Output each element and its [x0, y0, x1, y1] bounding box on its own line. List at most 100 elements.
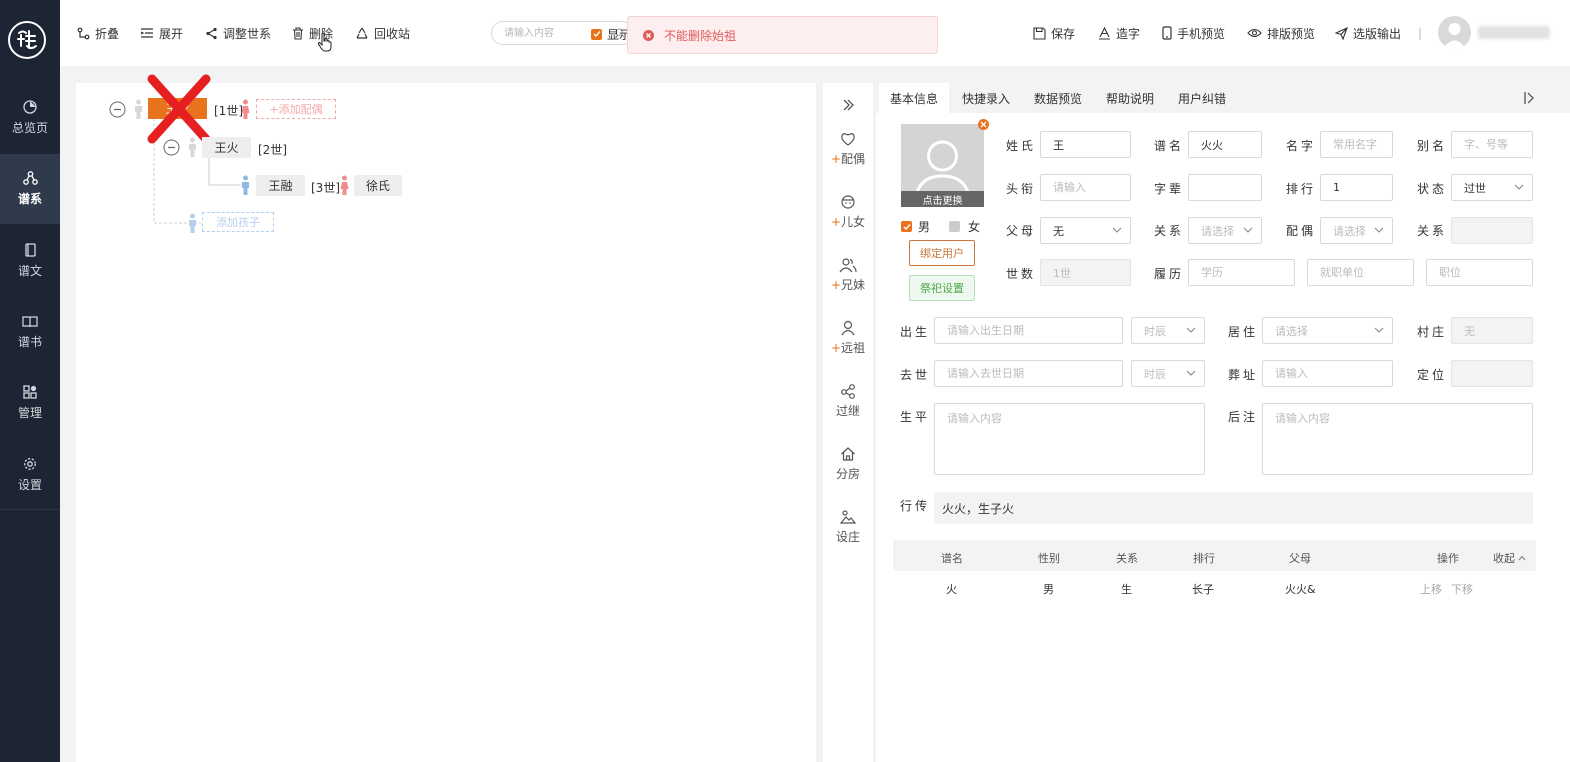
pu-name-input[interactable] — [1188, 131, 1262, 158]
tab-basic-info[interactable]: 基本信息 — [879, 83, 949, 113]
sidebar: 总览页 谱系 谱文 谱书 管理 设置 — [0, 0, 60, 762]
collapse-node-icon[interactable] — [163, 139, 180, 156]
rank-input[interactable] — [1320, 174, 1393, 201]
nav-settings[interactable]: 设置 — [0, 440, 60, 510]
male-person-icon — [189, 213, 196, 233]
chevron-down-icon — [1186, 370, 1196, 376]
adjust-label: 调整世系 — [223, 26, 272, 41]
member-photo[interactable]: 点击更换 — [901, 124, 984, 207]
plus-mark: + — [830, 152, 842, 166]
bio-textarea[interactable] — [934, 403, 1205, 475]
remove-photo-button[interactable] — [978, 119, 989, 130]
tree-node-spouse[interactable]: 徐氏 — [354, 175, 402, 196]
nav-genealogy-text[interactable]: 谱文 — [0, 226, 60, 296]
collapse-node-icon[interactable] — [109, 101, 126, 118]
bind-user-button[interactable]: 绑定用户 — [909, 240, 975, 266]
tree-node-child-generation: [2世] — [258, 143, 287, 157]
male-person-icon — [189, 137, 196, 157]
add-spouse-button[interactable]: +添加配偶 — [256, 99, 336, 119]
collapse-table-button[interactable]: 收起 — [1493, 550, 1526, 566]
add-children-action[interactable]: +儿女 — [823, 194, 873, 230]
tree-node-grandchild[interactable]: 王融 — [256, 175, 305, 196]
tab-data-preview[interactable]: 数据预览 — [1023, 83, 1093, 113]
lineage-tree-canvas[interactable]: 王火 [1世] +添加配偶 王火 [2世] 王融 [3世] 徐氏 添加孩子 — [76, 74, 816, 762]
residence-select[interactable]: 请选择 — [1262, 317, 1393, 344]
branch-action[interactable]: 分房 — [823, 446, 873, 482]
collapse-button[interactable]: 折叠 — [77, 25, 119, 41]
mobile-preview-button[interactable]: 手机预览 — [1162, 25, 1225, 41]
gender-female-option[interactable]: 女 — [949, 218, 980, 235]
employer-input[interactable] — [1307, 259, 1414, 286]
death-time-select[interactable]: 时辰 — [1131, 360, 1205, 387]
male-checkbox[interactable] — [901, 221, 912, 232]
nav-overview[interactable]: 总览页 — [0, 83, 60, 153]
error-circle-icon — [643, 29, 654, 41]
tree-node-child[interactable]: 王火 — [202, 137, 251, 158]
mobile-icon — [1162, 26, 1172, 40]
nav-lineage[interactable]: 谱系 — [0, 154, 60, 224]
relation-select[interactable]: 请选择 — [1188, 217, 1262, 244]
change-photo-button[interactable]: 点击更换 — [901, 191, 984, 207]
village-action[interactable]: 设庄 — [823, 509, 873, 545]
nav-label: 管理 — [17, 406, 42, 420]
user-name-redacted[interactable] — [1478, 26, 1550, 39]
nav-manage[interactable]: 管理 — [0, 368, 60, 438]
make-char-button[interactable]: 造字 — [1098, 25, 1140, 41]
close-icon — [980, 121, 987, 128]
spouse-select[interactable]: 请选择 — [1320, 217, 1393, 244]
save-button[interactable]: 保存 — [1033, 25, 1075, 41]
nav-genealogy-book[interactable]: 谱书 — [0, 297, 60, 367]
given-name-input[interactable] — [1320, 131, 1393, 158]
chevron-down-icon — [1186, 327, 1196, 333]
relation-label: 关系 — [1154, 224, 1185, 238]
alias-input[interactable] — [1451, 131, 1533, 158]
move-down-button[interactable]: 下移 — [1451, 581, 1473, 597]
layout-preview-button[interactable]: 排版预览 — [1247, 25, 1315, 41]
status-value: 过世 — [1464, 181, 1486, 195]
surname-input[interactable] — [1040, 131, 1131, 158]
death-date-input[interactable] — [934, 360, 1123, 387]
title-label: 头衔 — [1006, 182, 1037, 196]
tab-user-feedback[interactable]: 用户纠错 — [1167, 83, 1237, 113]
add-spouse-action[interactable]: +配偶 — [823, 131, 873, 167]
add-siblings-action[interactable]: +兄妹 — [823, 257, 873, 293]
locate-field[interactable] — [1451, 360, 1533, 387]
burial-input[interactable] — [1262, 360, 1393, 387]
position-input[interactable] — [1426, 259, 1533, 286]
worship-settings-button[interactable]: 祭祀设置 — [909, 275, 975, 301]
note-textarea[interactable] — [1262, 403, 1533, 475]
tab-help[interactable]: 帮助说明 — [1095, 83, 1165, 113]
parent-select[interactable]: 无 — [1040, 217, 1131, 244]
panel-toggle-icon[interactable] — [1524, 92, 1537, 104]
side-label: 过继 — [835, 404, 860, 418]
expand-button[interactable]: 展开 — [140, 25, 183, 41]
user-avatar[interactable] — [1438, 16, 1471, 49]
birth-time-select[interactable]: 时辰 — [1131, 317, 1205, 344]
share-icon — [841, 384, 855, 399]
plus-mark: + — [830, 278, 842, 292]
export-button[interactable]: 选版输出 — [1335, 25, 1401, 41]
female-checkbox[interactable] — [949, 221, 960, 232]
show-checkbox[interactable] — [591, 28, 602, 40]
book-icon — [22, 315, 38, 327]
sidebar-divider — [0, 509, 60, 510]
birth-date-input[interactable] — [934, 317, 1123, 344]
tab-quick-entry[interactable]: 快捷录入 — [951, 83, 1021, 113]
add-child-button[interactable]: 添加孩子 — [202, 212, 274, 232]
zibei-input[interactable] — [1188, 174, 1262, 201]
move-up-button[interactable]: 上移 — [1420, 581, 1442, 597]
recycle-bin-button[interactable]: 回收站 — [355, 25, 410, 41]
chevron-up-icon — [1518, 555, 1526, 561]
xingzhuan-text[interactable]: 火火，生子火 — [934, 492, 1533, 524]
gender-male-option[interactable]: 男 — [901, 218, 930, 235]
double-chevron-right-icon[interactable] — [842, 99, 854, 111]
status-select[interactable]: 过世 — [1451, 174, 1533, 201]
show-toggle[interactable]: 显示 — [591, 26, 631, 42]
add-ancestor-action[interactable]: +远祖 — [823, 320, 873, 356]
app-logo[interactable] — [8, 21, 46, 59]
adoption-action[interactable]: 过继 — [823, 383, 873, 419]
education-input[interactable] — [1188, 259, 1295, 286]
title-input[interactable] — [1040, 174, 1131, 201]
adjust-lineage-button[interactable]: 调整世系 — [205, 25, 271, 41]
recycle-label: 回收站 — [374, 26, 411, 41]
